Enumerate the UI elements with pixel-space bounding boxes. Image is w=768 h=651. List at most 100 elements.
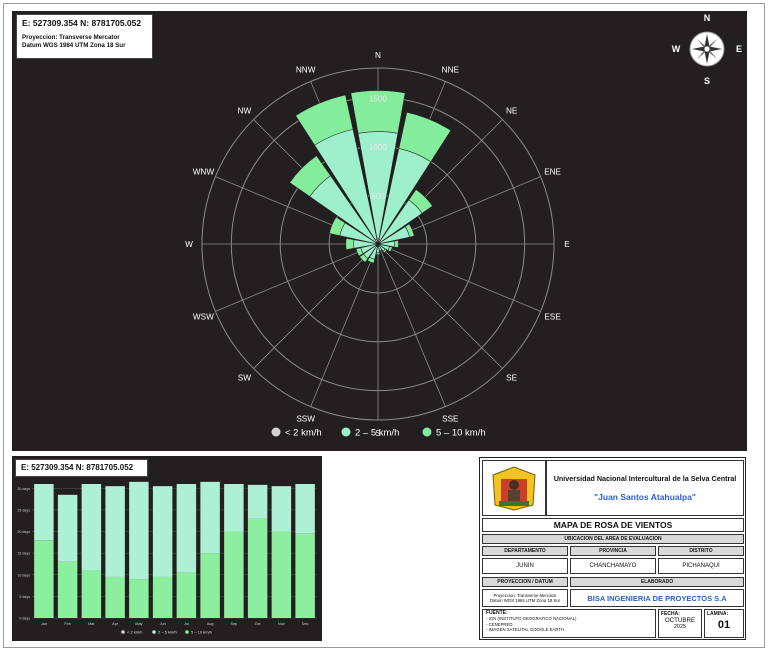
direction-label: WSW [193,312,214,321]
grid-spoke [215,243,379,312]
north-arrow-icon: N S E W [672,13,742,86]
projection-label: PROYECCION / DATUM [482,577,568,587]
direction-label: SSW [296,415,315,424]
direction-label: W [185,240,193,249]
legend-marker [422,427,432,437]
y-tick-label: 0 days [19,617,30,621]
x-tick-label: Mar [88,622,95,626]
bar-segment [200,481,220,554]
province-value: CHANCHAMAYO [570,558,656,574]
bar-segment [81,484,102,571]
bar-segment [152,576,173,618]
legend-label: 2 – 5 km/h [355,428,399,439]
direction-label: ENE [544,168,561,177]
title-block: Universidad Nacional Intercultural de la… [479,457,746,640]
projection-value-line-2: Datum WGS 1984 UTM Zona 18 Sur [489,598,561,603]
direction-label: WNW [193,168,215,177]
bar-segment [271,531,292,618]
y-tick-label: 30 days [17,487,30,491]
department-value: JUNIN [482,558,568,574]
direction-label: NE [506,106,518,115]
projection-line-1: Proyeccion: Transverse Mercator [22,34,120,41]
bar-segment [129,579,149,618]
radial-tick-label: 500 [371,192,385,201]
monthly-wind-chart: 0 days 5 days 10 days 15 days 20 days 25 days… [17,481,317,635]
legend-label: < 2 km/h [285,428,322,439]
radial-tick-label: 1500 [369,94,387,103]
legend-label: 5 – 10 km/h [436,428,486,439]
legend-marker [152,630,156,634]
x-tick-label: Nov [278,622,285,626]
direction-label: SSE [442,415,459,424]
y-tick-label: 25 days [17,508,30,512]
university-crest-icon [492,466,536,511]
sheet-number: 01 [717,619,731,631]
prepared-label: ELABORADO [570,577,744,587]
sheet-cell: LAMINA: 01 [704,609,744,638]
source-cell: FUENTE: - IGN (INSTITUTO GEOGRAFICO NACI… [482,609,656,638]
x-tick-label: Aug [207,622,214,626]
bar-segment [247,518,268,618]
x-tick-label: Sep [230,622,237,626]
chart-coordinate-box: E: 527309.354 N: 8781705.052 [15,459,148,477]
location-header: UBICACION DEL AREA DE EVALUACION [482,534,744,544]
x-tick-label: Apr [112,622,119,626]
x-tick-label: May [135,622,142,626]
projection-value: Proyeccion: Transverse Mercator Datum WG… [482,589,568,607]
y-tick-label: 20 days [17,530,30,534]
legend-marker [185,630,189,634]
north-label: N [704,13,711,23]
east-label: E [736,44,742,54]
bar-segment [271,486,292,532]
legend-marker [341,427,351,437]
date-month: OCTUBRE [664,617,696,624]
bar-segment [81,570,102,618]
wind-rose-chart: 50010001500NNNENEENEEESESESSESSSWSWWSWWW… [185,51,570,439]
y-tick-label: 15 days [17,552,30,556]
map-title: MAPA DE ROSA DE VIENTOS [482,518,744,532]
direction-label: N [375,51,381,60]
coordinates-text: E: 527309.354 N: 8781705.052 [22,18,142,28]
bar-segment [176,572,197,618]
bar-segment [295,484,315,534]
x-tick-label: Oct [255,622,262,626]
x-tick-label: Jan [41,622,47,626]
grid-spoke [377,243,541,312]
direction-label: NW [238,106,252,115]
bar-segment [247,484,268,519]
grid-spoke [310,243,379,407]
direction-label: ESE [544,312,561,321]
legend-marker [121,630,125,634]
bar-segment [200,553,220,618]
bar-segment [105,486,125,577]
source-item: - IMAGEN SATELITAL GOOGLE EARTH [486,626,565,632]
y-tick-label: 5 days [19,595,30,599]
date-year: 2025 [673,624,687,630]
grid-spoke [377,243,446,407]
bar-segment [176,484,197,573]
district-label: DISTRITO [658,546,744,556]
university-cell: Universidad Nacional Intercultural de la… [546,460,744,516]
province-label: PROVINCIA [570,546,656,556]
sheet-label: LAMINA: [707,611,729,617]
bar-segment [34,484,54,541]
bar-segment [34,540,54,618]
y-tick-label: 10 days [17,573,30,577]
west-label: W [672,44,681,54]
south-label: S [704,76,710,86]
logo-cell [482,460,546,516]
bar-segment [224,484,244,532]
university-line: Universidad Nacional Intercultural de la… [553,474,737,483]
direction-label: NNE [442,65,460,74]
direction-label: SW [238,374,251,383]
district-value: PICHANAQUI [658,558,744,574]
legend-label: < 2 km/h [127,630,142,635]
x-tick-label: Jun [160,622,166,626]
projection-text: Proyeccion: Transverse Mercator Datum WG… [22,34,147,50]
legend-label: 2 – 5 km/h [158,630,177,635]
bar-segment [295,533,315,618]
date-cell: FECHA: OCTUBRE 2025 [658,609,702,638]
department-label: DEPARTAMENTO [482,546,568,556]
bar-segment [57,494,78,562]
bar-segment [129,481,149,580]
